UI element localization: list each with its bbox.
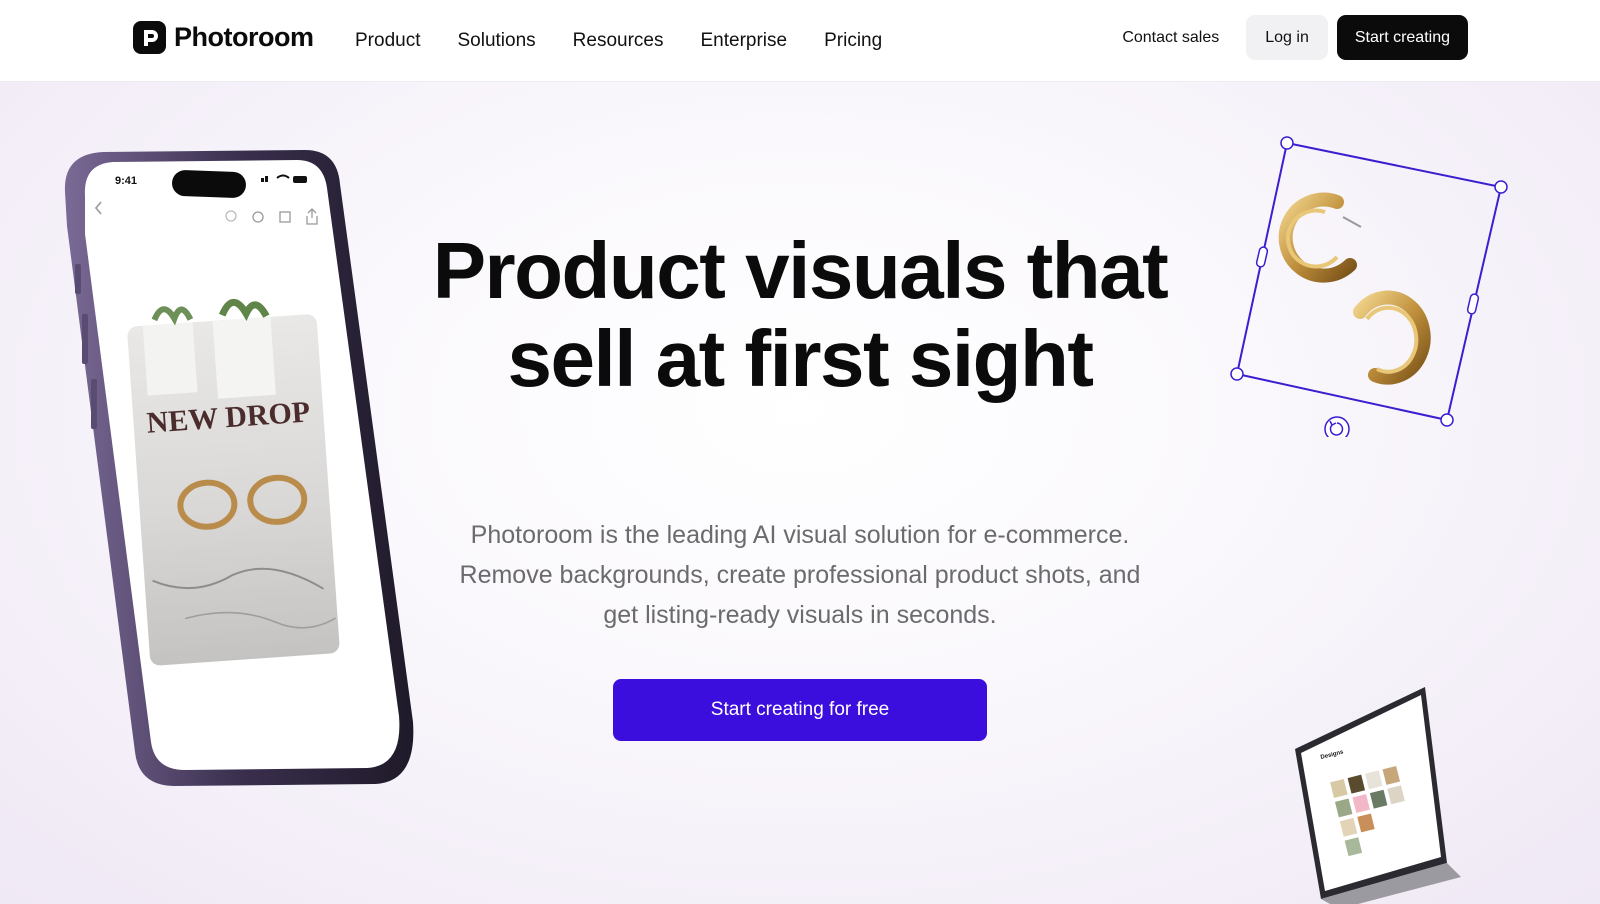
photoroom-logo-icon: [133, 21, 166, 54]
gold-earring-icon: [1278, 192, 1362, 283]
nav-link-pricing[interactable]: Pricing: [824, 30, 882, 52]
contact-sales-link[interactable]: Contact sales: [1122, 29, 1219, 47]
phone-time: 9:41: [115, 175, 137, 187]
laptop-mockup: Designs: [1295, 687, 1461, 904]
start-creating-button[interactable]: Start creating: [1336, 15, 1468, 60]
resize-handle[interactable]: [1280, 136, 1294, 150]
hero-title: Product visuals that sell at first sight: [432, 226, 1169, 403]
gold-earring-icon: [1353, 290, 1431, 385]
earrings-selection-card: [1230, 136, 1508, 437]
top-navbar: Photoroom Product Solutions Resources En…: [0, 0, 1600, 82]
nav-link-product[interactable]: Product: [355, 30, 420, 52]
primary-nav: Product Solutions Resources Enterprise P…: [355, 0, 882, 82]
rotate-icon[interactable]: [1324, 416, 1350, 437]
nav-actions: Contact sales Log in Start creating: [1122, 15, 1468, 60]
nav-link-enterprise[interactable]: Enterprise: [700, 30, 787, 52]
phone-mockup: 9:41 NEW DROP: [64, 150, 414, 786]
resize-handle[interactable]: [1440, 413, 1454, 427]
hero-subtitle: Photoroom is the leading AI visual solut…: [459, 521, 1141, 629]
brand-name: Photoroom: [174, 22, 314, 52]
nav-link-resources[interactable]: Resources: [573, 30, 664, 52]
resize-handle[interactable]: [1494, 180, 1508, 194]
brand-logo[interactable]: Photoroom: [133, 21, 314, 54]
nav-link-solutions[interactable]: Solutions: [457, 30, 535, 52]
login-button[interactable]: Log in: [1246, 15, 1328, 60]
resize-handle[interactable]: [1230, 367, 1244, 381]
hero-section: 9:41 NEW DROP Product visuals that sell …: [0, 82, 1600, 904]
start-creating-free-button[interactable]: Start creating for free: [613, 679, 987, 741]
